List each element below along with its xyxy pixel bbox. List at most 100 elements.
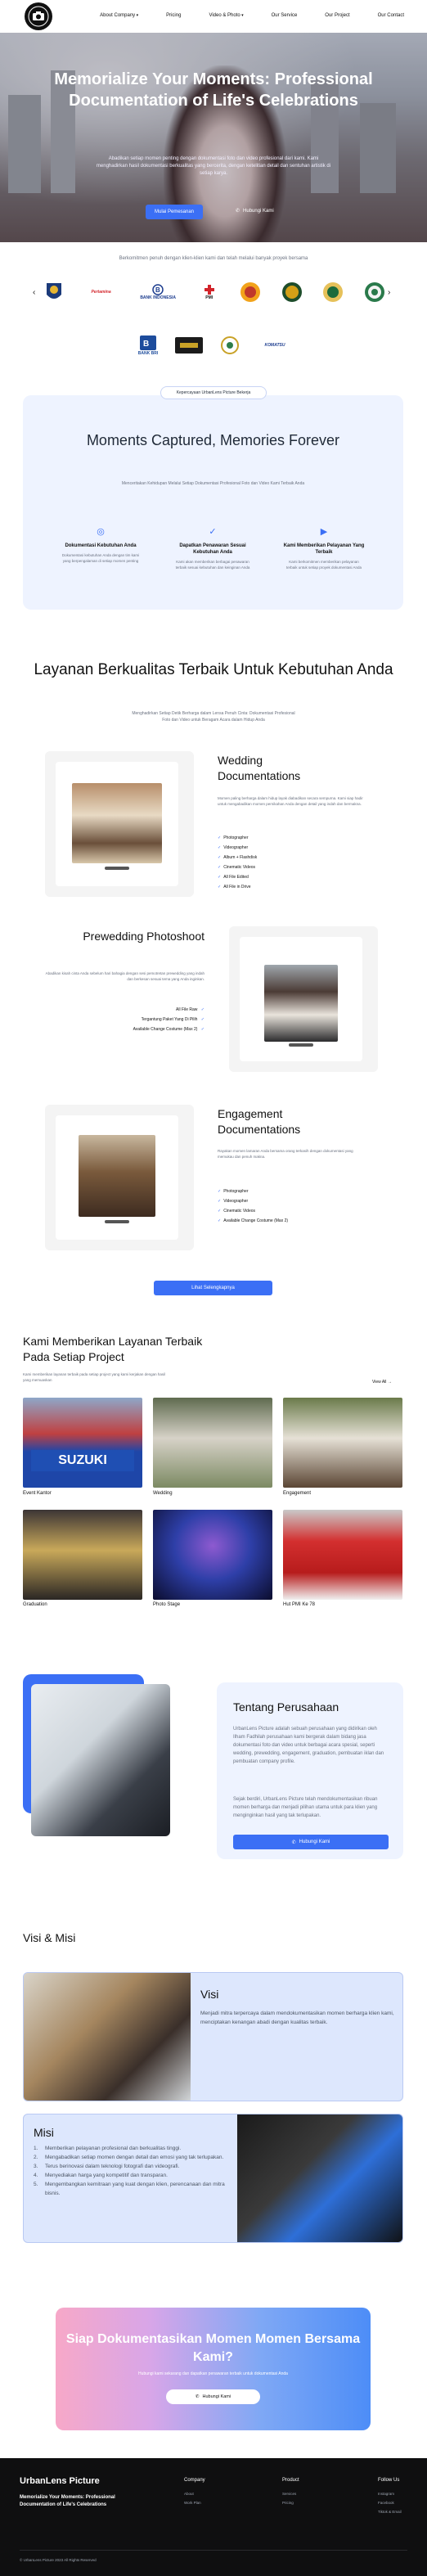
partner-logo-bulog — [236, 281, 265, 303]
partners-tagline: Berkomitmen penuh dengan klien-klien kam… — [119, 256, 308, 261]
engagement-feature: Videographer — [218, 1196, 288, 1206]
prewedding-features: All File Raw Tergantung Paket Yang Di Pi… — [90, 1005, 205, 1034]
footer-product-col: Product Services Pricing — [282, 2478, 299, 2507]
cta-title: Siap Dokumentasikan Momen Momen Bersama … — [65, 2332, 361, 2364]
nav-about-company[interactable]: About Company — [100, 13, 138, 18]
nav-video-photo[interactable]: Video & Photo — [209, 13, 243, 18]
about-company-para2: Sejak berdiri, UrbanLens Picture telah m… — [233, 1797, 378, 1818]
about-company-title: Tentang Perusahaan — [233, 1700, 339, 1714]
footer-brand: UrbanLens Picture — [20, 2476, 100, 2486]
portfolio-label: Engagement — [283, 1491, 312, 1496]
portfolio-image-hut-pmi[interactable] — [283, 1510, 402, 1600]
portfolio-image-engagement[interactable] — [283, 1398, 402, 1488]
misi-photo — [237, 2114, 402, 2242]
partner-logo-dark — [174, 335, 204, 356]
footer-link[interactable]: Pricing — [282, 2498, 299, 2507]
footer-link[interactable]: Instagram — [378, 2489, 402, 2498]
visi-text: Menjadi mitra terpercaya dalam mendokume… — [200, 2011, 394, 2025]
nav-our-contact[interactable]: Our Contact — [378, 13, 404, 18]
partner-logo-pertamina: Pertamina — [91, 290, 111, 295]
view-all-label: View All — [372, 1380, 387, 1385]
video-icon: ▶ — [320, 527, 328, 537]
feature-3-desc: Kami berkomitmen memberikan pelayanan te… — [285, 560, 362, 570]
portfolio-title: Kami Memberikan Layanan Terbaik Pada Set… — [23, 1335, 203, 1363]
nav-links: About Company Pricing Video & Photo Our … — [72, 13, 404, 18]
misi-item: 3. Terus berinovasi dalam teknologi fotog… — [34, 2164, 180, 2169]
partner-logo-bank-indonesia: B BANK INDONESIA — [140, 284, 176, 300]
partner-logo-ornament-2 — [360, 281, 389, 303]
footer-follow-col: Follow Us Instagram Facebook Tiktok & Em… — [378, 2478, 402, 2516]
hero-section: Memorialize Your Moments: Professional D… — [0, 33, 427, 242]
feature-3-title: Kami Memberikan Pelayanan Yang Terbaik — [283, 543, 365, 555]
visi-misi-title: Visi & Misi — [23, 1931, 76, 1944]
footer-company-col: Company About Work Plan — [184, 2478, 205, 2507]
portfolio-image-event[interactable]: SUZUKI — [23, 1398, 142, 1488]
portfolio-image-wedding[interactable] — [153, 1398, 272, 1488]
prewedding-photo-frame — [229, 926, 378, 1072]
cta-subtitle: Hubungi kami sekarang dan dapatkan penaw… — [138, 2371, 288, 2376]
partner-logos-row-1: Pertamina B BANK INDONESIA PMI — [39, 280, 389, 304]
portfolio-label: Hut PMI Ke 78 — [283, 1602, 316, 1607]
phone-icon: ✆ — [291, 1840, 296, 1845]
page: About Company Pricing Video & Photo Our … — [0, 0, 427, 2576]
brand-logo[interactable] — [25, 2, 52, 30]
footer-link[interactable]: Tiktok & Email — [378, 2507, 402, 2516]
wedding-features: Photographer Videographer Album + Flashd… — [218, 833, 257, 892]
misi-item: 1. Memberikan pelayanan profesional dan b… — [34, 2146, 182, 2151]
about-company-section: Tentang Perusahaan UrbanLens Picture ada… — [23, 1674, 403, 1859]
wedding-media-bar — [105, 867, 129, 870]
nav-our-service[interactable]: Our Service — [272, 13, 298, 18]
carousel-prev-icon[interactable]: ‹ — [33, 288, 35, 297]
prewedding-feature: Tergantung Paket Yang Di Pilih — [90, 1015, 205, 1025]
prewedding-media-bar — [289, 1043, 313, 1047]
portfolio-image-photo-stage[interactable] — [153, 1510, 272, 1600]
view-all-link[interactable]: View All → — [372, 1380, 392, 1385]
prewedding-photo-card — [240, 937, 362, 1061]
wedding-feature: All File in Drive — [218, 882, 257, 892]
partner-logo-bnn — [277, 281, 307, 303]
footer-follow-title: Follow Us — [378, 2478, 400, 2483]
moments-subtitle: Menceritakan Kehidupan Melalui Setiap Do… — [121, 481, 305, 486]
moments-title: Moments Captured, Memories Forever — [86, 432, 340, 448]
view-more-button[interactable]: Lihat Selengkapnya — [154, 1281, 272, 1295]
footer-link[interactable]: Work Plan — [184, 2498, 205, 2507]
cta-contact-button[interactable]: ✆ Hubungi Kami — [166, 2389, 260, 2404]
check-icon: ✓ — [209, 527, 217, 537]
footer-slogan: Memorialize Your Moments: Professional D… — [20, 2495, 115, 2507]
start-order-button[interactable]: Mulai Pemesanan — [146, 205, 203, 219]
partner-logo-round — [215, 335, 245, 356]
partner-logo-garuda — [39, 281, 69, 303]
visi-card: Visi Menjadi mitra terpercaya dalam mend… — [23, 1972, 403, 2101]
nav-our-project[interactable]: Our Project — [325, 13, 349, 18]
visi-photo — [24, 1973, 191, 2101]
contact-us-button[interactable]: ✆ Hubungi Kami — [236, 208, 274, 214]
footer: UrbanLens Picture Memorialize Your Momen… — [0, 2458, 427, 2576]
partner-logo-pmi: PMI — [195, 281, 224, 303]
trust-pill: Kepercayaan UrbanLens Picture Bekerja — [160, 386, 267, 399]
portfolio-label: Wedding — [153, 1491, 173, 1496]
feature-1-title: Dokumentasi Kebutuhan Anda — [65, 543, 137, 548]
engagement-features: Photographer Videographer Cinematic Vide… — [218, 1187, 288, 1226]
portfolio-label: Graduation — [23, 1602, 47, 1607]
partner-logo-ornament-1 — [318, 281, 348, 303]
camera-logo-icon — [28, 6, 49, 27]
about-contact-label: Hubungi Kami — [299, 1840, 330, 1844]
misi-card: Misi 1. Memberikan pelayanan profesional … — [23, 2114, 403, 2243]
feature-3: ▶ Kami Memberikan Pelayanan Yang Terbaik… — [283, 526, 365, 570]
portfolio-image-graduation[interactable] — [23, 1510, 142, 1600]
cta-contact-label: Hubungi Kami — [202, 2394, 231, 2399]
misi-item: 2. Mengabadikan setiap momen dengan detai… — [34, 2155, 224, 2160]
wedding-feature: All File Edited — [218, 872, 257, 882]
hero-title: Memorialize Your Moments: Professional D… — [54, 70, 373, 110]
about-company-card: Tentang Perusahaan UrbanLens Picture ada… — [217, 1682, 403, 1859]
prewedding-title: Prewedding Photoshoot — [83, 930, 205, 943]
misi-item: 5. Mengembangkan kemitraan yang kuat deng… — [34, 2182, 225, 2196]
feature-1-desc: Dokumentasi kebutuhan Anda dengan tim ka… — [61, 553, 140, 563]
about-contact-button[interactable]: ✆ Hubungi Kami — [233, 1835, 389, 1849]
footer-link[interactable]: About — [184, 2489, 205, 2498]
target-icon: ◎ — [97, 527, 105, 537]
footer-link[interactable]: Facebook — [378, 2498, 402, 2507]
nav-pricing[interactable]: Pricing — [166, 13, 181, 18]
wedding-photo-frame — [45, 751, 194, 897]
footer-link[interactable]: Services — [282, 2489, 299, 2498]
